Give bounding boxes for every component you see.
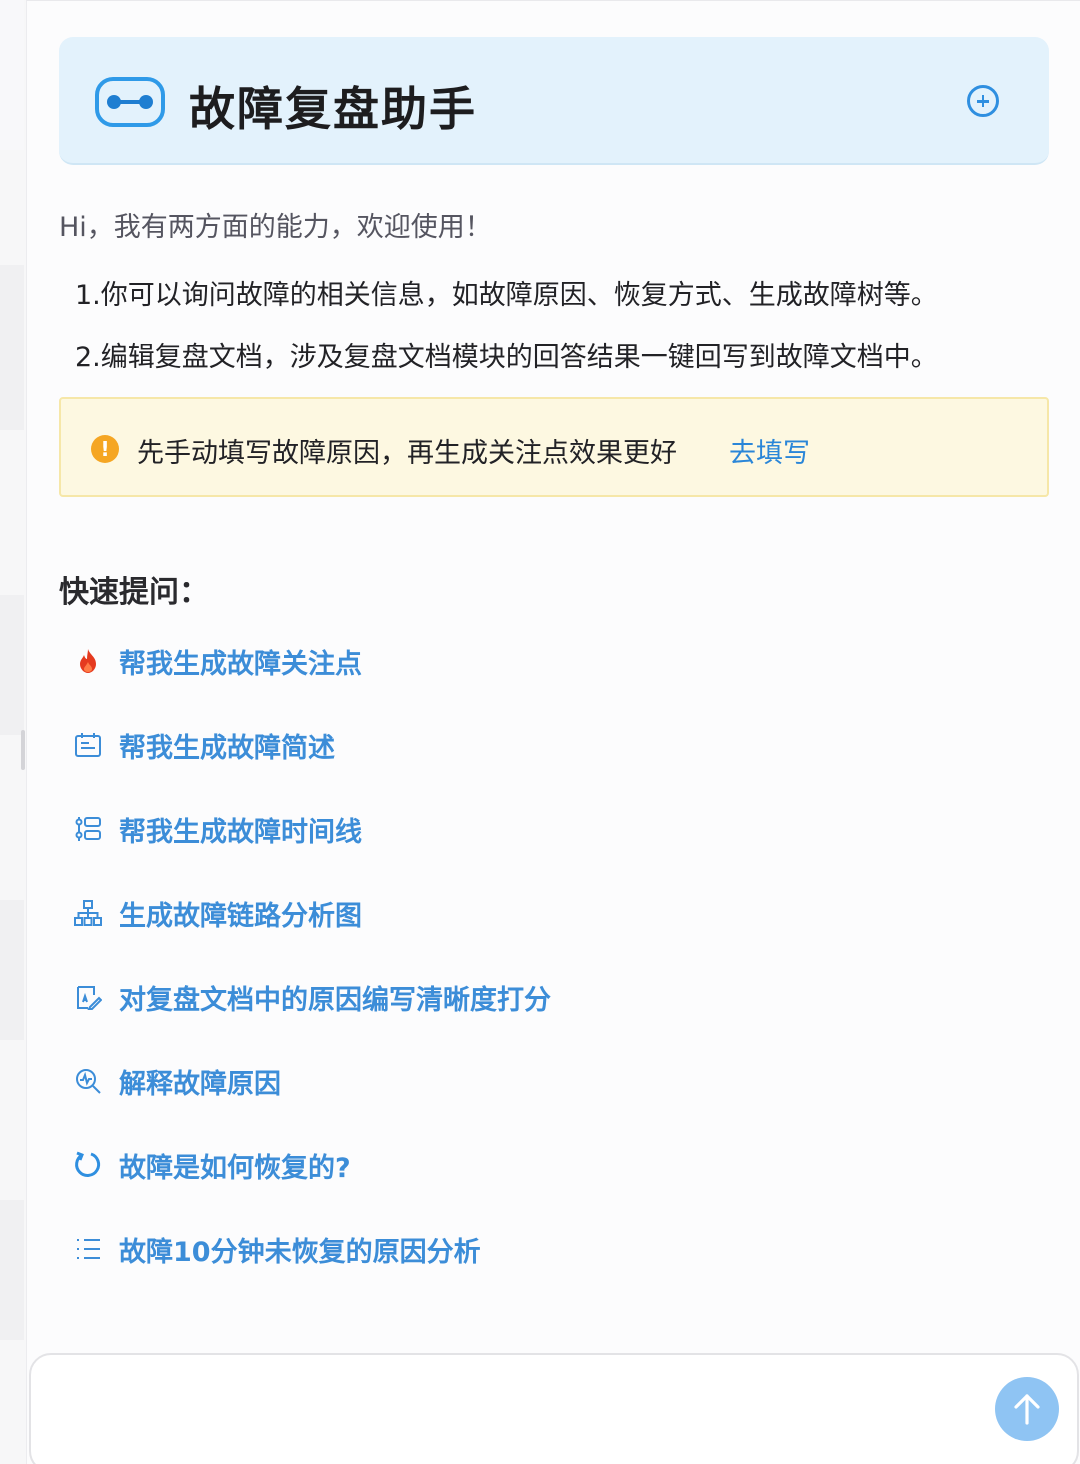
quick-question-item[interactable]: 故障是如何恢复的? bbox=[73, 1145, 773, 1185]
search-analyze-icon bbox=[73, 1066, 103, 1096]
ability-item: 2.编辑复盘文档，涉及复盘文档模块的回答结果一键回写到故障文档中。 bbox=[75, 342, 938, 373]
document-score-icon bbox=[73, 982, 103, 1012]
quick-question-item[interactable]: 生成故障链路分析图 bbox=[73, 893, 773, 933]
quick-question-item[interactable]: 帮我生成故障关注点 bbox=[73, 641, 773, 681]
timeline-icon bbox=[73, 814, 103, 844]
app-root: 故障复盘助手 Hi，我有两方面的能力，欢迎使用！ 1.你可以询问故障的相关信息，… bbox=[0, 0, 1080, 1464]
fire-icon bbox=[73, 646, 103, 676]
calendar-icon bbox=[73, 730, 103, 760]
list-icon bbox=[73, 1234, 103, 1264]
refresh-icon bbox=[73, 1150, 103, 1180]
arrow-up-icon bbox=[1014, 1394, 1040, 1425]
quick-question-label: 帮我生成故障关注点 bbox=[119, 648, 362, 680]
greeting-text: Hi，我有两方面的能力，欢迎使用！ bbox=[59, 212, 492, 243]
send-button[interactable] bbox=[995, 1377, 1059, 1441]
quick-question-item[interactable]: 解释故障原因 bbox=[73, 1061, 773, 1101]
assistant-header: 故障复盘助手 bbox=[59, 37, 1049, 165]
quick-question-item[interactable]: 帮我生成故障简述 bbox=[73, 725, 773, 765]
hierarchy-icon bbox=[73, 898, 103, 928]
assistant-title: 故障复盘助手 bbox=[189, 82, 477, 136]
quick-question-label: 对复盘文档中的原因编写清晰度打分 bbox=[119, 984, 551, 1016]
quick-question-label: 解释故障原因 bbox=[119, 1068, 281, 1100]
quick-question-item[interactable]: 帮我生成故障时间线 bbox=[73, 809, 773, 849]
quick-question-label: 故障是如何恢复的? bbox=[119, 1152, 351, 1184]
quick-question-item[interactable]: 对复盘文档中的原因编写清晰度打分 bbox=[73, 977, 773, 1017]
link-icon bbox=[95, 77, 165, 127]
fill-in-link[interactable]: 去填写 bbox=[729, 431, 810, 470]
ability-item: 1.你可以询问故障的相关信息，如故障原因、恢复方式、生成故障树等。 bbox=[75, 280, 938, 311]
quick-question-label: 帮我生成故障时间线 bbox=[119, 816, 362, 848]
quick-question-label: 故障10分钟未恢复的原因分析 bbox=[119, 1236, 481, 1268]
notice-banner: ! 先手动填写故障原因，再生成关注点效果更好 去填写 bbox=[59, 397, 1049, 497]
quick-question-label: 帮我生成故障简述 bbox=[119, 732, 335, 764]
assistant-panel: 故障复盘助手 Hi，我有两方面的能力，欢迎使用！ 1.你可以询问故障的相关信息，… bbox=[26, 0, 1080, 1464]
background-page bbox=[0, 0, 26, 1464]
message-input[interactable] bbox=[29, 1353, 1079, 1464]
resize-handle[interactable] bbox=[21, 730, 25, 770]
warning-icon: ! bbox=[91, 435, 119, 463]
notice-text: 先手动填写故障原因，再生成关注点效果更好 bbox=[137, 438, 677, 469]
quick-questions-title: 快速提问： bbox=[59, 575, 209, 610]
quick-question-label: 生成故障链路分析图 bbox=[119, 900, 362, 932]
quick-question-item[interactable]: 故障10分钟未恢复的原因分析 bbox=[73, 1229, 773, 1269]
plus-circle-icon[interactable] bbox=[967, 85, 999, 117]
